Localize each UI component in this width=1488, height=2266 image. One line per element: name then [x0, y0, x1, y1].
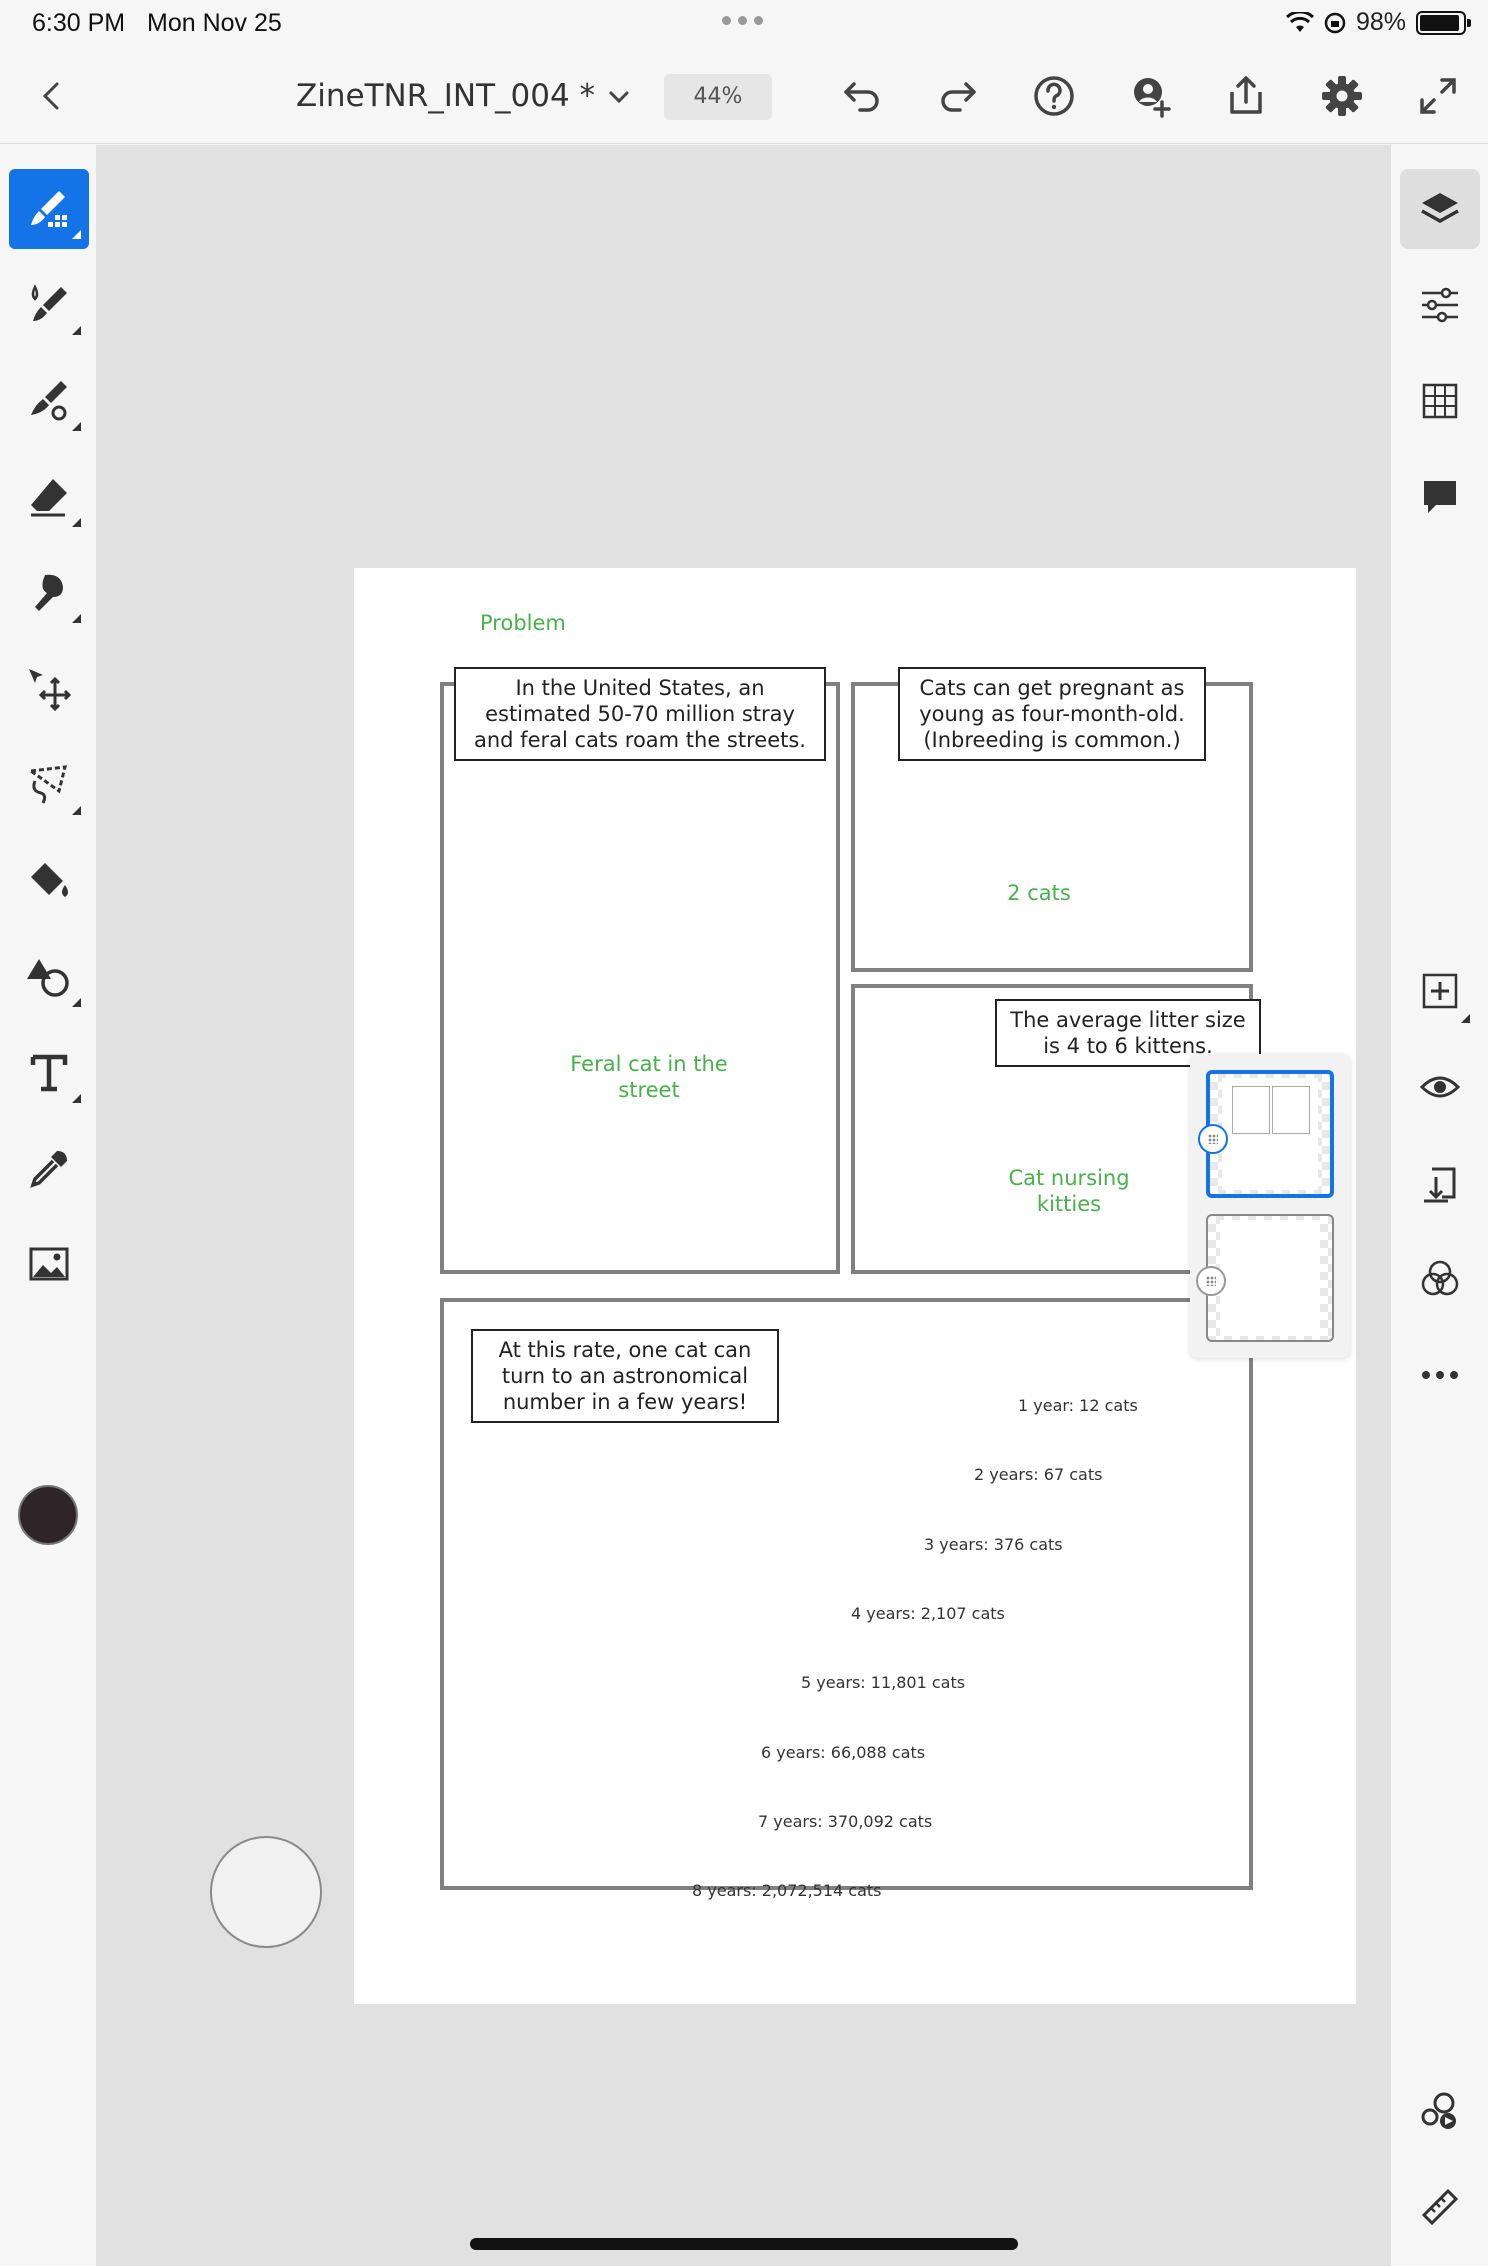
- status-date: Mon Nov 25: [147, 9, 282, 37]
- status-right: 98%: [1285, 8, 1471, 37]
- zoom-level[interactable]: 44%: [664, 74, 772, 120]
- layer-thumbnail-2[interactable]: [1196, 1214, 1334, 1342]
- battery-percent: 98%: [1355, 8, 1406, 36]
- layers-icon: [1421, 193, 1459, 224]
- layer-properties-button[interactable]: [1400, 265, 1480, 345]
- home-indicator[interactable]: [470, 2238, 1018, 2250]
- wifi-icon: [1285, 11, 1314, 32]
- stat-year-4: 4 years: 2,107 cats: [851, 1604, 1005, 1623]
- comments-button[interactable]: [1400, 457, 1480, 537]
- stat-year-5: 5 years: 11,801 cats: [801, 1673, 966, 1692]
- live-brush-tool[interactable]: [9, 265, 89, 345]
- more-icon: [1422, 1371, 1458, 1379]
- stat-year-1: 1 year: 12 cats: [1018, 1396, 1138, 1415]
- redo-icon[interactable]: [934, 72, 982, 120]
- blend-icon: [1421, 1260, 1459, 1296]
- grid-icon: [1422, 383, 1458, 419]
- panel-3-note: Cat nursing kitties: [1008, 1166, 1130, 1216]
- shapes-tool[interactable]: [9, 937, 89, 1017]
- panel-2-note: 2 cats: [1007, 881, 1071, 905]
- status-bar: 6:30 PM Mon Nov 25 98%: [0, 0, 1488, 48]
- stat-year-7: 7 years: 370,092 cats: [758, 1812, 933, 1831]
- eraser-icon: [31, 479, 67, 517]
- panel-1-frame: [440, 682, 840, 1274]
- visibility-icon: [1419, 1076, 1461, 1098]
- invite-user-icon[interactable]: [1126, 72, 1174, 120]
- multitasking-dots-icon[interactable]: [722, 16, 763, 25]
- fill-tool[interactable]: [9, 841, 89, 921]
- stat-year-2: 2 years: 67 cats: [974, 1465, 1103, 1484]
- page-heading: Problem: [480, 611, 566, 635]
- help-icon[interactable]: [1030, 72, 1078, 120]
- fill-icon: [31, 863, 68, 897]
- right-tool-rail: [1390, 145, 1488, 2266]
- blend-mode-button[interactable]: [1400, 1239, 1480, 1319]
- share-icon[interactable]: [1222, 72, 1270, 120]
- vector-brush-tool[interactable]: [9, 361, 89, 441]
- add-layer-button[interactable]: [1400, 951, 1480, 1031]
- eyedropper-tool[interactable]: [9, 1129, 89, 1209]
- chevron-down-icon[interactable]: [604, 82, 634, 112]
- orientation-lock-icon: [1324, 12, 1346, 33]
- panel-1-note: Feral cat in the street: [570, 1052, 728, 1102]
- stat-year-6: 6 years: 66,088 cats: [761, 1743, 926, 1762]
- panel-2-caption: Cats can get pregnant as young as four-m…: [898, 667, 1206, 761]
- undo-icon[interactable]: [838, 72, 886, 120]
- text-tool[interactable]: [9, 1033, 89, 1113]
- touch-shortcut-button[interactable]: [210, 1836, 322, 1948]
- shapes-icon: [27, 959, 69, 997]
- merge-down-icon: [1424, 1167, 1456, 1203]
- status-time: 6:30 PM: [32, 9, 126, 37]
- layers-button[interactable]: [1400, 169, 1480, 249]
- image-icon: [29, 1247, 69, 1281]
- fullscreen-icon[interactable]: [1414, 72, 1462, 120]
- grid-button[interactable]: [1400, 361, 1480, 441]
- stat-year-8: 8 years: 2,072,514 cats: [692, 1881, 882, 1900]
- merge-down-button[interactable]: [1400, 1143, 1480, 1223]
- pixel-brush-icon: [31, 191, 67, 227]
- smudge-icon: [35, 574, 63, 611]
- image-tool[interactable]: [9, 1225, 89, 1305]
- layer-thumbnail-1[interactable]: [1198, 1070, 1334, 1198]
- pixel-brush-tool[interactable]: [9, 169, 89, 249]
- lasso-icon: [26, 765, 67, 804]
- smudge-tool[interactable]: [9, 553, 89, 633]
- top-toolbar: ZineTNR_INT_004 * 44%: [0, 48, 1488, 144]
- battery-icon: [1416, 10, 1471, 35]
- layer-drag-handle-icon[interactable]: [1198, 1124, 1228, 1154]
- transform-icon: [29, 669, 72, 712]
- layers-thumbnail-panel: [1190, 1054, 1350, 1358]
- eraser-tool[interactable]: [9, 457, 89, 537]
- settings-gear-icon[interactable]: [1318, 72, 1366, 120]
- comments-icon: [1424, 481, 1456, 513]
- stat-year-3: 3 years: 376 cats: [924, 1535, 1063, 1554]
- ruler-button[interactable]: [1400, 2167, 1480, 2247]
- add-layer-icon: [1422, 973, 1458, 1009]
- live-brush-icon: [31, 284, 67, 321]
- layer-drag-handle-icon[interactable]: [1196, 1266, 1226, 1296]
- back-chevron-icon[interactable]: [32, 76, 72, 116]
- livestream-button[interactable]: [1400, 2071, 1480, 2151]
- visibility-button[interactable]: [1400, 1047, 1480, 1127]
- layer-properties-icon: [1422, 287, 1458, 323]
- panel-1-caption: In the United States, an estimated 50-70…: [454, 667, 826, 761]
- document-title[interactable]: ZineTNR_INT_004 *: [296, 78, 595, 114]
- livestream-icon: [1421, 2092, 1456, 2129]
- panel-4-caption: At this rate, one cat can turn to an ast…: [471, 1329, 779, 1423]
- color-picker-swatch[interactable]: [18, 1485, 78, 1545]
- ruler-icon: [1421, 2188, 1459, 2226]
- lasso-tool[interactable]: [9, 745, 89, 825]
- eyedropper-icon: [30, 1151, 67, 1188]
- text-icon: [30, 1054, 68, 1092]
- left-tool-rail: [0, 145, 97, 2266]
- more-button[interactable]: [1400, 1335, 1480, 1415]
- vector-brush-icon: [31, 381, 67, 421]
- transform-tool[interactable]: [9, 649, 89, 729]
